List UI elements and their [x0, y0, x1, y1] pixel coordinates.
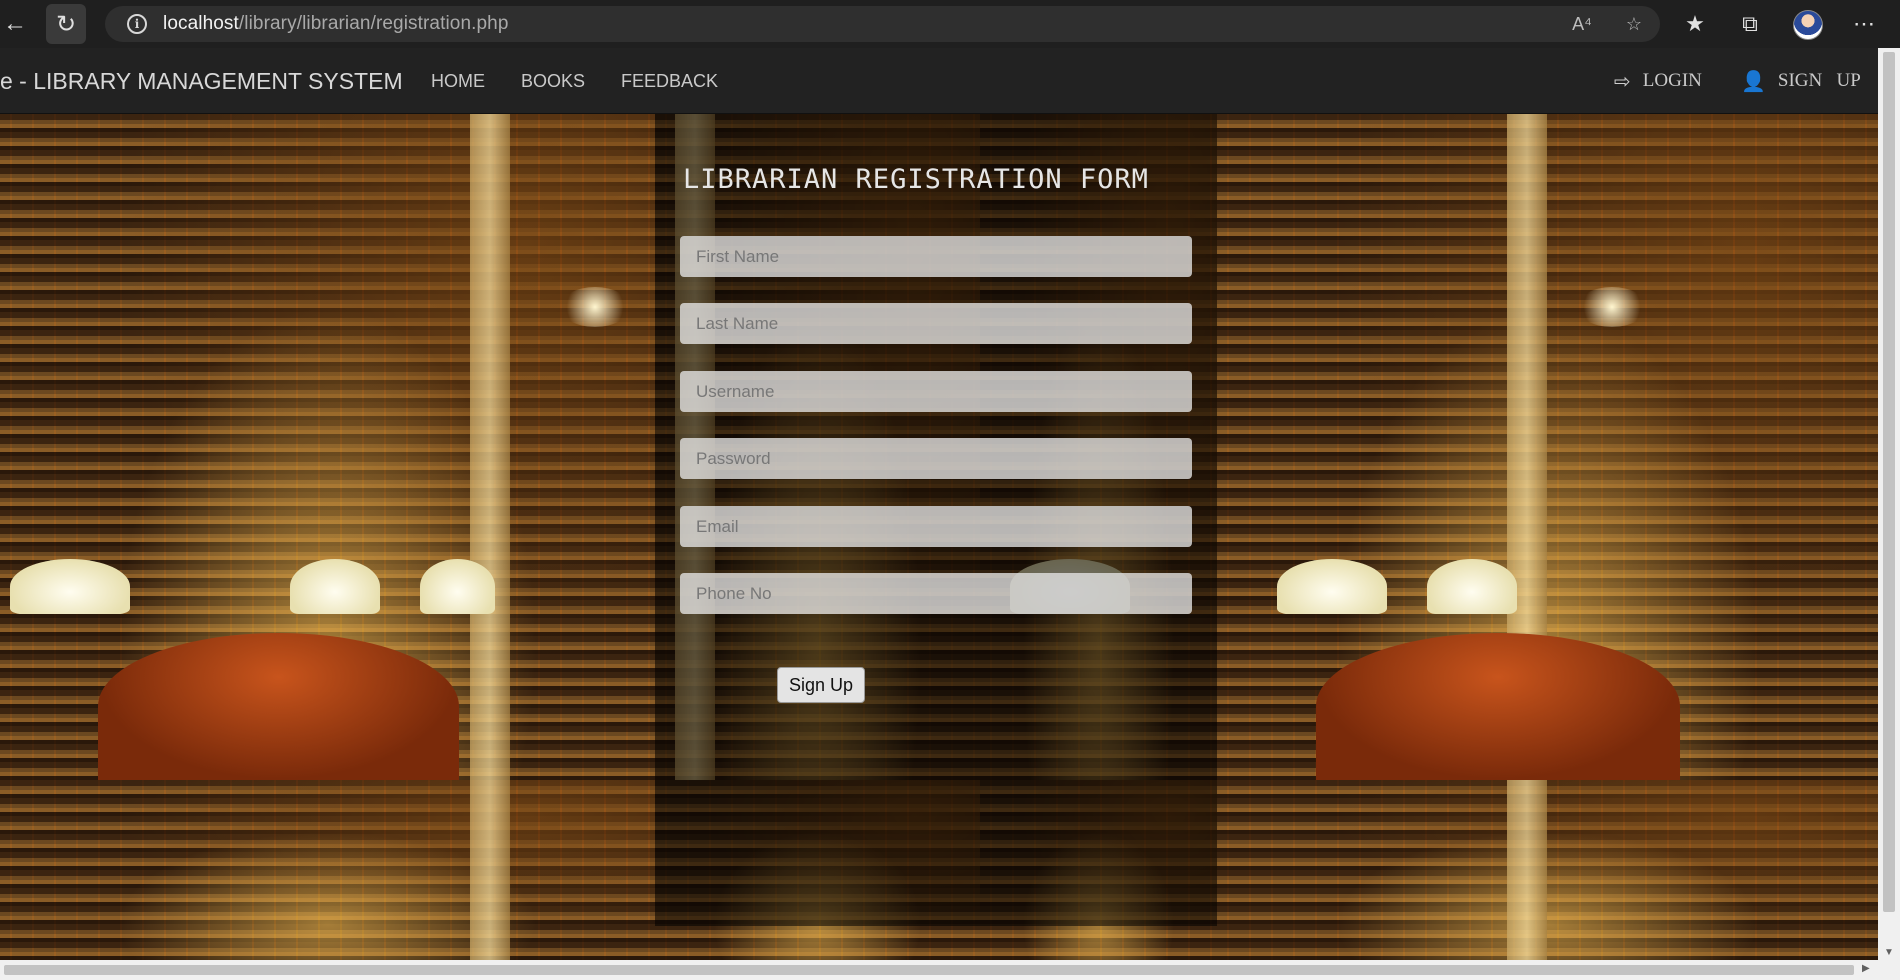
nav-login-label: LOGIN: [1642, 70, 1702, 91]
url-text[interactable]: localhost/library/librarian/registration…: [163, 13, 509, 35]
nav-link-books[interactable]: BOOKS: [521, 71, 585, 92]
site-navbar: e - LIBRARY MANAGEMENT SYSTEM HOME BOOKS…: [0, 48, 1878, 114]
nav-signup[interactable]: 👤 SIGN UP: [1741, 69, 1861, 93]
collections-icon[interactable]: ⧉: [1736, 10, 1764, 38]
more-icon[interactable]: ⋯: [1850, 10, 1878, 38]
vertical-scrollbar[interactable]: ▼: [1878, 48, 1900, 960]
favorites-icon[interactable]: ★: [1681, 10, 1709, 38]
add-favorite-icon[interactable]: ☆: [1622, 13, 1646, 35]
nav-login[interactable]: ⇨ LOGIN: [1614, 69, 1702, 93]
last-name-input[interactable]: [680, 303, 1192, 344]
sign-up-button[interactable]: Sign Up: [777, 667, 865, 703]
nav-link-home[interactable]: HOME: [431, 71, 485, 92]
back-arrow-icon[interactable]: ←: [0, 4, 30, 44]
horizontal-scroll-thumb[interactable]: [4, 965, 1854, 975]
site-info-icon[interactable]: i: [127, 14, 147, 34]
scroll-right-arrow-icon[interactable]: ▶: [1862, 963, 1870, 974]
first-name-input[interactable]: [680, 236, 1192, 277]
url-host: localhost: [163, 13, 239, 34]
profile-avatar[interactable]: [1793, 10, 1823, 40]
email-input[interactable]: [680, 506, 1192, 547]
library-image: [0, 780, 655, 960]
url-path: /library/librarian/registration.php: [238, 13, 509, 34]
browser-toolbar: ← ↻ i localhost/library/librarian/regist…: [0, 0, 1900, 48]
scroll-down-arrow-icon[interactable]: ▼: [1884, 947, 1894, 958]
form-title: LIBRARIAN REGISTRATION FORM: [683, 164, 1149, 195]
library-image: [1217, 114, 1878, 780]
username-input[interactable]: [680, 371, 1192, 412]
address-bar[interactable]: i localhost/library/librarian/registrati…: [105, 6, 1660, 42]
phone-input[interactable]: [680, 573, 1192, 614]
login-icon: ⇨: [1614, 69, 1631, 93]
horizontal-scrollbar[interactable]: ▶: [0, 960, 1900, 980]
library-image: [1217, 780, 1878, 960]
registration-form-panel: LIBRARIAN REGISTRATION FORM Sign Up: [655, 114, 1217, 926]
library-image: [0, 114, 655, 780]
user-icon: 👤: [1741, 69, 1766, 93]
reload-icon[interactable]: ↻: [46, 4, 86, 44]
nav-signup-label: SIGN UP: [1777, 70, 1861, 91]
vertical-scroll-thumb[interactable]: [1883, 52, 1895, 912]
site-brand[interactable]: e - LIBRARY MANAGEMENT SYSTEM: [0, 68, 403, 95]
read-aloud-icon[interactable]: A⁴: [1570, 13, 1594, 35]
nav-link-feedback[interactable]: FEEDBACK: [621, 71, 718, 92]
password-input[interactable]: [680, 438, 1192, 479]
